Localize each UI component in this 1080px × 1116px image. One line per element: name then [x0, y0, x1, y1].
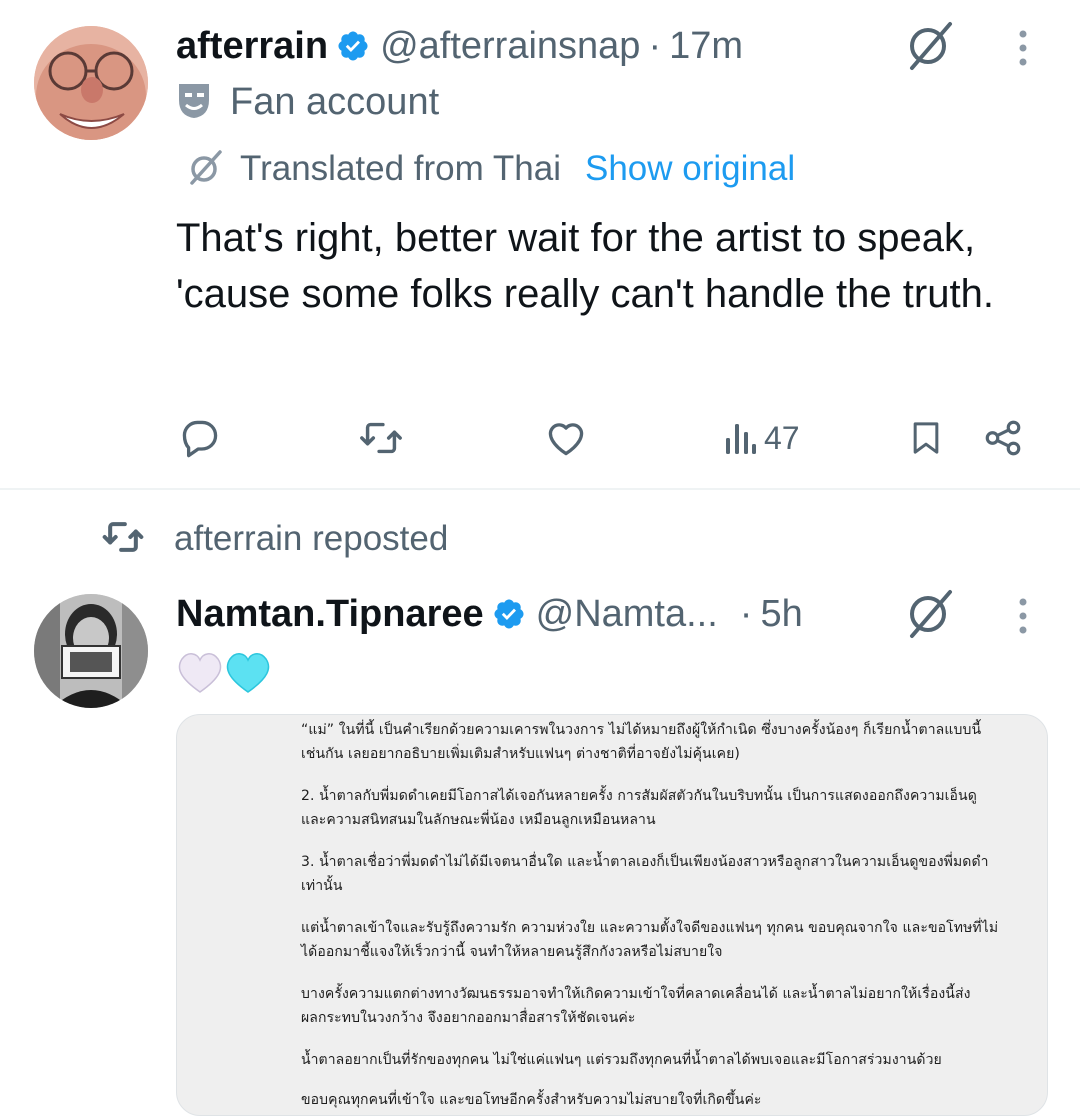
tweet-header: Namtan.Tipnaree @Namta... · 5h: [176, 588, 803, 640]
media-text-line: เท่านั้น: [301, 878, 343, 894]
grok-icon[interactable]: [902, 16, 960, 74]
separator-dot: ·: [739, 592, 753, 635]
tweet-text: That's right, better wait for the artist…: [176, 216, 994, 316]
translated-from-text: Translated from Thai: [240, 149, 561, 188]
more-vertical-icon[interactable]: [1010, 28, 1036, 68]
user-avatar-afterrain[interactable]: [34, 26, 148, 140]
verified-badge-icon: [492, 597, 526, 631]
reply-button[interactable]: [178, 410, 222, 466]
heart-icon: [548, 423, 584, 456]
tweet-actions: 47: [176, 410, 1036, 466]
avatar-photo: [34, 594, 148, 708]
bookmark-button[interactable]: [906, 410, 946, 466]
verified-badge-icon: [336, 29, 370, 63]
separator-dot: ·: [648, 24, 662, 67]
views-button[interactable]: 47: [722, 410, 800, 466]
tweet-emoji-text: 🤍🩵: [176, 646, 276, 698]
repost-button[interactable]: [358, 410, 404, 466]
views-count: 47: [764, 419, 800, 456]
media-text-line: เช่นกัน เลยอยากอธิบายเพิ่มเติมสำหรับแฟนๆ…: [301, 746, 740, 762]
views-icon: [726, 424, 756, 454]
repost-context[interactable]: afterrain reposted: [100, 516, 448, 562]
media-text-line: “แม่” ในที่นี้ เป็นคำเรียกด้วยความเคารพใ…: [301, 722, 982, 738]
media-text-line: แต่น้ำตาลเข้าใจและรับรู้ถึงความรัก ความห…: [301, 920, 999, 936]
more-vertical-icon[interactable]: [1010, 596, 1036, 636]
media-text-line: 3. น้ำตาลเชื่อว่าพี่มดดำไม่ได้มีเจตนาอื่…: [301, 854, 989, 870]
translation-notice: Translated from Thai Show original: [186, 146, 795, 192]
media-text-line: 2. น้ำตาลกับพี่มดดำเคยมีโอกาสได้เจอกันหล…: [301, 788, 977, 804]
reply-icon: [182, 420, 218, 458]
heart-emoji-icons: [178, 653, 270, 693]
repost-icon: [100, 515, 146, 564]
media-text-line: ได้ออกมาชี้แจงให้เร็วกว่านี้ จนทำให้หลาย…: [301, 944, 723, 960]
user-handle[interactable]: @Namta...: [536, 593, 718, 636]
tweet-media-image[interactable]: “แม่” ในที่นี้ เป็นคำเรียกด้วยความเคารพใ…: [176, 714, 1048, 1116]
account-label: Fan account: [176, 78, 439, 126]
user-handle[interactable]: @afterrainsnap: [380, 25, 640, 68]
account-label-text: Fan account: [230, 80, 440, 123]
display-name[interactable]: afterrain: [176, 25, 328, 68]
display-name[interactable]: Namtan.Tipnaree: [176, 593, 484, 636]
grok-translate-icon: [186, 147, 226, 192]
media-text-line: ขอบคุณทุกคนที่เข้าใจ และขอโทษอีกครั้งสำห…: [301, 1092, 762, 1108]
tweet-time[interactable]: 5h: [760, 593, 802, 636]
media-text-line: ผลกระทบในวงกว้าง จึงอยากออกมาสื่อสารให้ช…: [301, 1010, 636, 1026]
grok-icon[interactable]: [902, 584, 960, 642]
media-text-line: และความสนิทสนมในลักษณะพี่น้อง เหมือนลูกเ…: [301, 812, 656, 828]
media-text-line: น้ำตาลอยากเป็นที่รักของทุกคน ไม่ใช่แค่แฟ…: [301, 1052, 942, 1068]
avatar-photo: [34, 26, 148, 140]
tweet-divider: [0, 488, 1080, 490]
repost-text: afterrain reposted: [174, 519, 449, 558]
media-text-line: บางครั้งความแตกต่างทางวัฒนธรรมอาจทำให้เก…: [301, 986, 971, 1002]
repost-icon: [360, 422, 402, 454]
share-icon: [985, 420, 1021, 456]
bookmark-icon: [913, 422, 939, 454]
like-button[interactable]: [544, 410, 588, 466]
user-avatar-namtan[interactable]: [34, 594, 148, 708]
show-original-link[interactable]: Show original: [585, 149, 795, 189]
masks-icon: [176, 80, 212, 125]
tweet-header: afterrain @afterrainsnap · 17m: [176, 20, 743, 72]
share-button[interactable]: [982, 410, 1024, 466]
tweet-time[interactable]: 17m: [669, 25, 743, 68]
